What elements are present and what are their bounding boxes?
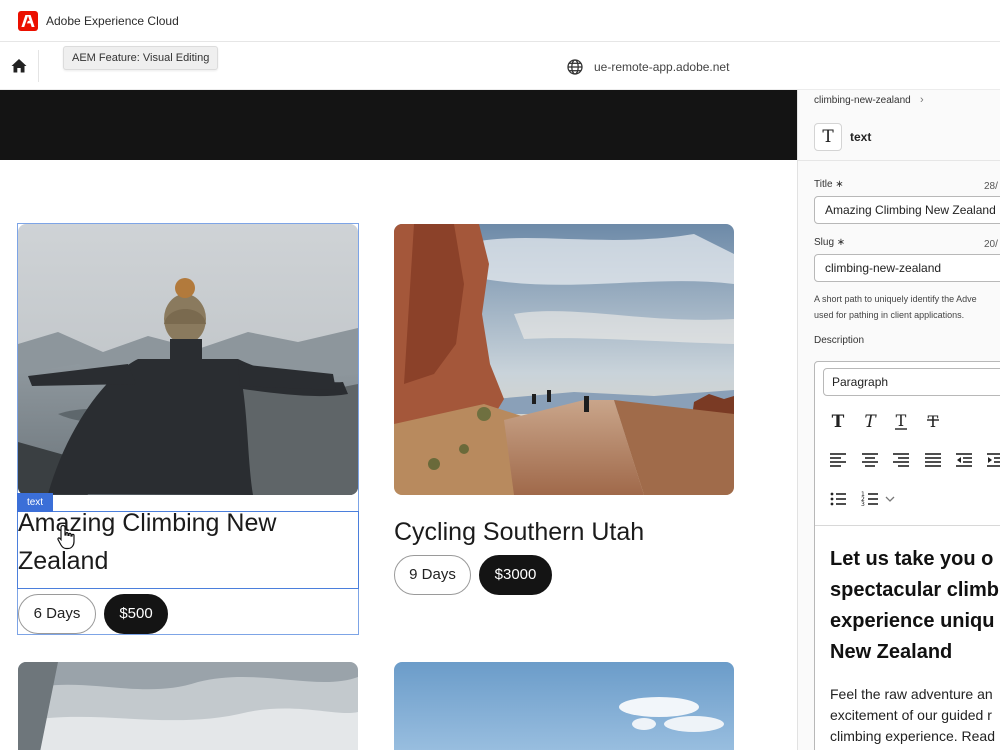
outdent-icon[interactable] — [953, 449, 975, 471]
rte-body: Feel the raw adventure an excitement of … — [830, 684, 1000, 747]
feature-tooltip: AEM Feature: Visual Editing — [63, 46, 219, 70]
app-title: Adobe Experience Cloud — [46, 14, 179, 28]
rte-body-line: excitement of our guided r — [830, 707, 992, 723]
text-component-icon: T — [814, 123, 842, 151]
description-field-label: Description — [814, 335, 865, 346]
price-pill[interactable]: $3000 — [479, 555, 552, 595]
adventure-card[interactable]: Cycling Southern Utah 9 Days $3000 — [394, 224, 734, 596]
editor-toolbar: AEM Feature: Visual Editing ue-remote-ap… — [0, 42, 1000, 90]
italic-icon[interactable]: T — [859, 410, 881, 432]
card-image-canyon[interactable] — [394, 224, 734, 495]
properties-panel: climbing-new-zealand › T text Title ∗ 28… — [797, 90, 1000, 750]
panel-divider — [798, 160, 1000, 161]
adobe-logo-icon[interactable] — [18, 11, 38, 31]
slug-help-text: A short path to uniquely identify the Ad… — [814, 291, 1000, 323]
align-right-icon[interactable] — [890, 449, 912, 471]
home-icon[interactable] — [9, 56, 29, 76]
slug-help-line: used for pathing in client applications. — [814, 310, 965, 320]
align-justify-icon[interactable] — [922, 449, 944, 471]
adventure-card[interactable] — [18, 662, 358, 750]
bullet-list-icon[interactable] — [827, 488, 849, 510]
toolbar-divider — [38, 50, 39, 82]
selection-type-tag: text — [17, 493, 53, 512]
url-text: ue-remote-app.adobe.net — [594, 60, 730, 74]
underline-icon[interactable]: T — [890, 410, 912, 432]
align-center-icon[interactable] — [859, 449, 881, 471]
rte-body-line: climbing experience. Read — [830, 728, 995, 744]
top-app-bar: Adobe Experience Cloud — [0, 0, 1000, 42]
editor-toolbar-divider — [815, 525, 1000, 526]
breadcrumb[interactable]: climbing-new-zealand — [814, 95, 911, 106]
slug-help-line: A short path to uniquely identify the Ad… — [814, 294, 977, 304]
card-image-clouds[interactable] — [18, 662, 358, 750]
slug-input[interactable]: climbing-new-zealand — [814, 254, 1000, 282]
globe-icon — [566, 58, 584, 76]
svg-text:T: T — [896, 411, 907, 430]
hero-banner — [0, 90, 797, 160]
title-char-count: 28/ — [984, 181, 998, 192]
numbered-list-icon[interactable]: 123 — [859, 488, 881, 510]
bold-icon[interactable]: T — [827, 410, 849, 432]
rte-body-line: Feel the raw adventure an — [830, 686, 993, 702]
indent-icon[interactable] — [984, 449, 1000, 471]
card-title[interactable]: Cycling Southern Utah — [394, 513, 644, 551]
title-input[interactable]: Amazing Climbing New Zealand — [814, 196, 1000, 224]
svg-text:3: 3 — [861, 501, 865, 508]
rte-heading-line: experience uniqu — [830, 610, 995, 632]
strikethrough-icon[interactable]: T — [922, 410, 944, 432]
rte-heading-line: New Zealand — [830, 641, 953, 663]
svg-text:T: T — [832, 412, 845, 432]
rte-heading-line: spectacular climb — [830, 579, 999, 601]
svg-text:T: T — [928, 412, 939, 431]
rte-heading-line: Let us take you o — [830, 548, 994, 570]
title-field-label: Title ∗ — [814, 179, 844, 190]
chevron-right-icon: › — [920, 94, 924, 106]
preview-canvas: Amazing Climbing New Zealand 6 Days $500 — [0, 90, 797, 750]
duration-pill[interactable]: 9 Days — [394, 555, 471, 595]
slug-field-label: Slug ∗ — [814, 237, 846, 248]
rte-heading: Let us take you o spectacular climb expe… — [830, 544, 1000, 668]
adventure-card[interactable] — [394, 662, 734, 750]
block-format-select[interactable]: Paragraph — [823, 368, 1000, 396]
description-rich-text-editor[interactable]: Paragraph T T T T 1 2 3 Let us take you … — [814, 361, 1000, 750]
hand-pointer-icon — [55, 523, 79, 551]
align-left-icon[interactable] — [827, 449, 849, 471]
slug-char-count: 20/ — [984, 239, 998, 250]
component-type-label: text — [850, 130, 872, 144]
chevron-down-icon[interactable] — [883, 488, 897, 510]
card-image-blue-sky[interactable] — [394, 662, 734, 750]
svg-text:T: T — [864, 412, 877, 432]
